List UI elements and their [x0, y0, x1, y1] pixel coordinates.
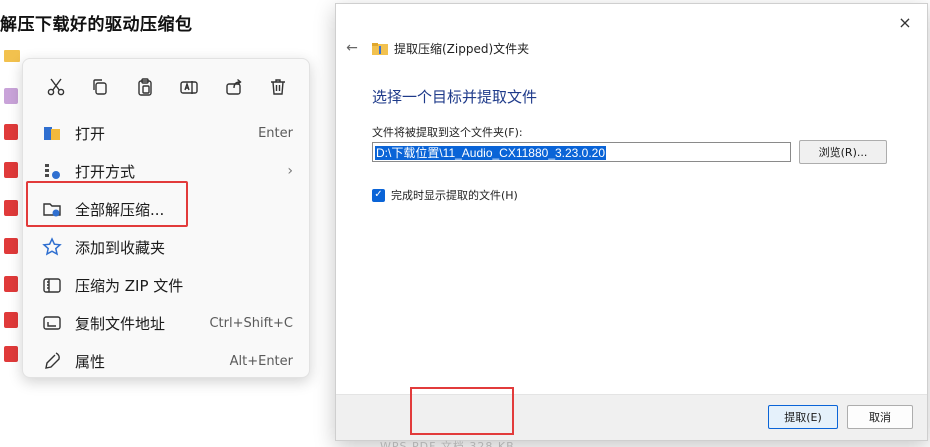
- cut-icon[interactable]: [45, 76, 67, 98]
- chevron-right-icon: ›: [287, 163, 293, 179]
- extract-dialog: × ← 提取压缩(Zipped)文件夹 选择一个目标并提取文件 文件将被提取到这…: [335, 3, 928, 441]
- menu-item-shortcut: Alt+Enter: [229, 353, 293, 369]
- checkbox-label: 完成时显示提取的文件(H): [391, 189, 518, 202]
- pdf-file-icon[interactable]: [4, 200, 18, 216]
- dialog-heading: 选择一个目标并提取文件: [372, 88, 538, 106]
- zip-icon: [41, 274, 63, 296]
- dialog-title: 提取压缩(Zipped)文件夹: [394, 42, 530, 56]
- page-heading: 解压下载好的驱动压缩包: [0, 15, 193, 35]
- cancel-button[interactable]: 取消: [847, 405, 913, 429]
- context-menu: 打开 Enter 打开方式 › 全部解压缩... 添加到收藏夹 压缩为 ZIP …: [22, 58, 310, 378]
- context-menu-toolbar: [33, 69, 301, 105]
- pdf-file-icon[interactable]: [4, 162, 18, 178]
- back-arrow-icon[interactable]: ←: [342, 38, 362, 58]
- properties-icon: [41, 350, 63, 372]
- dialog-footer: 提取(E) 取消: [336, 394, 927, 440]
- destination-path-input[interactable]: D:\下载位置\11_Audio_CX11880_3.23.0.20: [372, 142, 791, 162]
- menu-item-label: 全部解压缩...: [75, 200, 165, 219]
- star-icon: [41, 236, 63, 258]
- browse-button[interactable]: 浏览(R)...: [799, 140, 887, 164]
- screenshot-stage: 解压下载好的驱动压缩包 打开 Enter 打开方式 › 全部解压缩... 添加到…: [0, 0, 930, 447]
- pdf-file-icon[interactable]: [4, 276, 18, 292]
- pdf-file-icon[interactable]: [4, 346, 18, 362]
- menu-item-properties[interactable]: 属性 Alt+Enter: [29, 343, 305, 379]
- copy-icon[interactable]: [89, 76, 111, 98]
- ghost-mark: [327, 6, 333, 14]
- rename-icon[interactable]: [178, 76, 200, 98]
- copy-path-icon: [41, 312, 63, 334]
- extract-button[interactable]: 提取(E): [768, 405, 838, 429]
- paste-icon[interactable]: [134, 76, 156, 98]
- zip-folder-icon: [372, 42, 388, 55]
- menu-item-label: 打开方式: [75, 162, 136, 181]
- close-icon[interactable]: ×: [893, 10, 917, 34]
- pdf-file-icon[interactable]: [4, 238, 18, 254]
- path-label: 文件将被提取到这个文件夹(F):: [372, 126, 523, 139]
- menu-item-compress-zip[interactable]: 压缩为 ZIP 文件: [29, 267, 305, 303]
- background-file-info: WPS PDF 文档 328 KB: [380, 440, 515, 447]
- pdf-file-icon[interactable]: [4, 124, 18, 140]
- folder-icon[interactable]: [4, 50, 20, 62]
- path-input-value: D:\下载位置\11_Audio_CX11880_3.23.0.20: [375, 146, 607, 160]
- share-icon[interactable]: [223, 76, 245, 98]
- extract-all-icon: [41, 198, 63, 220]
- delete-icon[interactable]: [267, 76, 289, 98]
- menu-item-label: 打开: [75, 124, 106, 143]
- menu-item-label: 压缩为 ZIP 文件: [75, 276, 184, 295]
- menu-item-add-favorites[interactable]: 添加到收藏夹: [29, 229, 305, 265]
- menu-item-label: 添加到收藏夹: [75, 238, 166, 257]
- image-file-icon[interactable]: [4, 88, 18, 104]
- menu-item-copy-path[interactable]: 复制文件地址 Ctrl+Shift+C: [29, 305, 305, 341]
- menu-item-extract-all[interactable]: 全部解压缩...: [29, 191, 305, 227]
- dialog-title-bar: 提取压缩(Zipped)文件夹: [372, 40, 529, 57]
- open-with-icon: [41, 160, 63, 182]
- menu-item-shortcut: Ctrl+Shift+C: [209, 315, 293, 331]
- menu-item-open[interactable]: 打开 Enter: [29, 115, 305, 151]
- pdf-file-icon[interactable]: [4, 312, 18, 328]
- menu-item-shortcut: Enter: [258, 125, 293, 141]
- menu-item-label: 属性: [75, 352, 106, 371]
- open-folder-icon: [41, 122, 63, 144]
- checkbox-checked-icon[interactable]: ✓: [372, 188, 385, 202]
- show-files-checkbox-row[interactable]: ✓ 完成时显示提取的文件(H): [372, 187, 518, 203]
- menu-item-label: 复制文件地址: [75, 314, 166, 333]
- explorer-file-column: [0, 40, 24, 370]
- menu-item-open-with[interactable]: 打开方式 ›: [29, 153, 305, 189]
